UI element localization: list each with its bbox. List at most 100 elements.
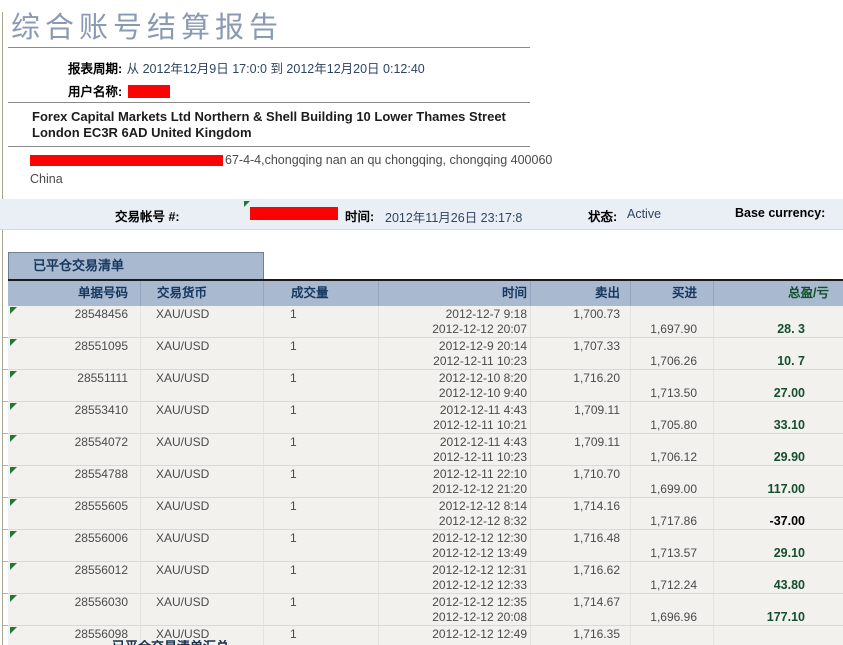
cell-volume: 1 <box>290 434 297 449</box>
divider <box>8 102 530 103</box>
cell-volume: 1 <box>290 338 297 353</box>
redacted-client-address <box>30 155 223 167</box>
cell-open-time: 2012-12-12 12:35 <box>432 594 527 609</box>
col-header-buy: 买进 <box>630 281 713 306</box>
comment-marker-icon <box>10 531 17 538</box>
cell-currency: XAU/USD <box>156 626 210 641</box>
cell-currency: XAU/USD <box>156 402 210 417</box>
cell-ticket: 28556012 <box>74 562 128 577</box>
cell-sell-price: 1,716.20 <box>573 370 620 385</box>
cell-open-time: 2012-12-11 22:10 <box>433 466 527 481</box>
cell-total-pl: 117.00 <box>767 482 805 496</box>
cell-buy-price: 1,697.90 <box>650 322 697 336</box>
time-value: 2012年11月26日 23:17:8 <box>385 211 523 225</box>
report-period-row: 报表周期: 从 2012年12月9日 17:0:0 到 2012年12月20日 … <box>68 58 425 78</box>
cell-total-pl: 43.80 <box>773 578 805 592</box>
comment-marker-icon <box>10 435 17 442</box>
table-row: 28556030 XAU/USD 1 2012-12-12 12:35 1,71… <box>8 594 843 626</box>
table-row: 28553410 XAU/USD 1 2012-12-11 4:43 1,709… <box>8 402 843 434</box>
cell-total-pl: 29.10 <box>773 546 805 560</box>
page-title: 综合账号结算报告 <box>11 12 284 44</box>
client-address-text: 67-4-4,chongqing nan an qu chongqing, ch… <box>225 153 553 167</box>
cell-open-time: 2012-12-12 12:30 <box>432 530 527 545</box>
cell-sell-price: 1,716.48 <box>573 530 620 545</box>
comment-marker-icon <box>10 403 17 410</box>
cell-ticket: 28556030 <box>74 594 128 609</box>
cell-currency: XAU/USD <box>156 434 210 449</box>
cutoff-section-fragment: 已平仓交易清单汇总 <box>112 640 412 645</box>
cell-open-time: 2012-12-10 8:20 <box>438 370 527 385</box>
cell-close-time: 2012-12-12 21:20 <box>432 482 527 496</box>
redacted-account-number <box>250 207 338 220</box>
cell-sell-price: 1,716.62 <box>573 562 620 577</box>
cell-buy-price: 1,706.12 <box>650 450 697 464</box>
cell-currency: XAU/USD <box>156 466 210 481</box>
cell-total-pl: -37.00 <box>769 514 805 528</box>
cell-close-time: 2012-12-10 9:40 <box>438 386 527 400</box>
report-period-label: 报表周期: <box>68 62 123 76</box>
username-label: 用户名称: <box>68 85 123 99</box>
cell-ticket: 28553410 <box>74 402 128 417</box>
table-row: 28548456 XAU/USD 1 2012-12-7 9:18 1,700.… <box>8 306 843 338</box>
table-row: 28555605 XAU/USD 1 2012-12-12 8:14 1,714… <box>8 498 843 530</box>
cell-close-time: 2012-12-12 12:33 <box>432 578 527 592</box>
cell-sell-price: 1,707.33 <box>573 338 620 353</box>
cell-currency: XAU/USD <box>156 594 210 609</box>
cell-sell-price: 1,710.70 <box>573 466 620 481</box>
tab-closed-trades[interactable]: 已平仓交易清单 <box>8 252 264 279</box>
trade-rows: 28548456 XAU/USD 1 2012-12-7 9:18 1,700.… <box>8 306 843 645</box>
cell-volume: 1 <box>290 306 297 321</box>
comment-marker-icon <box>10 563 17 570</box>
cell-ticket: 28555605 <box>74 498 128 513</box>
cell-volume: 1 <box>290 498 297 513</box>
cell-volume: 1 <box>290 530 297 545</box>
table-row: 28551095 XAU/USD 1 2012-12-9 20:14 1,707… <box>8 338 843 370</box>
cell-total-pl: 177.10 <box>766 610 805 624</box>
cell-volume: 1 <box>290 594 297 609</box>
cell-sell-price: 1,714.16 <box>573 498 620 513</box>
redacted-username <box>128 85 171 99</box>
broker-address: Forex Capital Markets Ltd Northern & She… <box>32 109 506 140</box>
cell-open-time: 2012-12-7 9:18 <box>445 306 527 321</box>
settlement-report-page: 综合账号结算报告 报表周期: 从 2012年12月9日 17:0:0 到 201… <box>0 0 843 645</box>
cell-ticket: 28556006 <box>74 530 128 545</box>
table-row: 28551111 XAU/USD 1 2012-12-10 8:20 1,716… <box>8 370 843 402</box>
cell-currency: XAU/USD <box>156 338 210 353</box>
base-currency-label: Base currency: <box>735 206 826 220</box>
client-address-line2: China <box>30 172 63 186</box>
cell-sell-price: 1,716.35 <box>573 626 620 641</box>
col-header-pl: 总盈/亏 <box>713 281 843 306</box>
cell-open-time: 2012-12-12 12:31 <box>432 562 527 577</box>
cell-close-time: 2012-12-11 10:23 <box>433 450 527 464</box>
cell-ticket: 28554788 <box>74 466 128 481</box>
comment-marker-icon <box>10 499 17 506</box>
cell-volume: 1 <box>290 402 297 417</box>
cell-buy-price: 1,696.96 <box>650 610 697 624</box>
col-header-currency: 交易货币 <box>140 281 263 306</box>
comment-marker-icon <box>10 307 17 314</box>
cell-volume: 1 <box>290 562 297 577</box>
cell-open-time: 2012-12-12 8:14 <box>438 498 527 513</box>
cell-volume: 1 <box>290 466 297 481</box>
comment-marker-icon <box>10 627 17 634</box>
divider <box>8 47 530 48</box>
table-row: 28556006 XAU/USD 1 2012-12-12 12:30 1,71… <box>8 530 843 562</box>
cell-sell-price: 1,709.11 <box>574 402 620 417</box>
cell-buy-price: 1,712.24 <box>650 578 697 592</box>
cell-buy-price: 1,705.80 <box>650 418 697 432</box>
col-header-sell: 卖出 <box>530 281 630 306</box>
cell-open-time: 2012-12-11 4:43 <box>439 434 527 449</box>
cell-close-time: 2012-12-11 10:21 <box>433 418 527 432</box>
cell-currency: XAU/USD <box>156 370 210 385</box>
cell-buy-price: 1,713.50 <box>650 386 697 400</box>
client-address-line1: 67-4-4,chongqing nan an qu chongqing, ch… <box>30 153 552 167</box>
comment-marker-icon <box>10 467 17 474</box>
cell-total-pl: 29.90 <box>773 450 805 464</box>
cell-currency: XAU/USD <box>156 530 210 545</box>
cell-buy-price: 1,699.00 <box>650 482 697 496</box>
cell-volume: 1 <box>290 370 297 385</box>
cell-ticket: 28551095 <box>74 338 128 353</box>
cell-currency: XAU/USD <box>156 562 210 577</box>
cell-close-time: 2012-12-12 13:49 <box>432 546 527 560</box>
cell-total-pl: 10. 7 <box>777 354 805 368</box>
